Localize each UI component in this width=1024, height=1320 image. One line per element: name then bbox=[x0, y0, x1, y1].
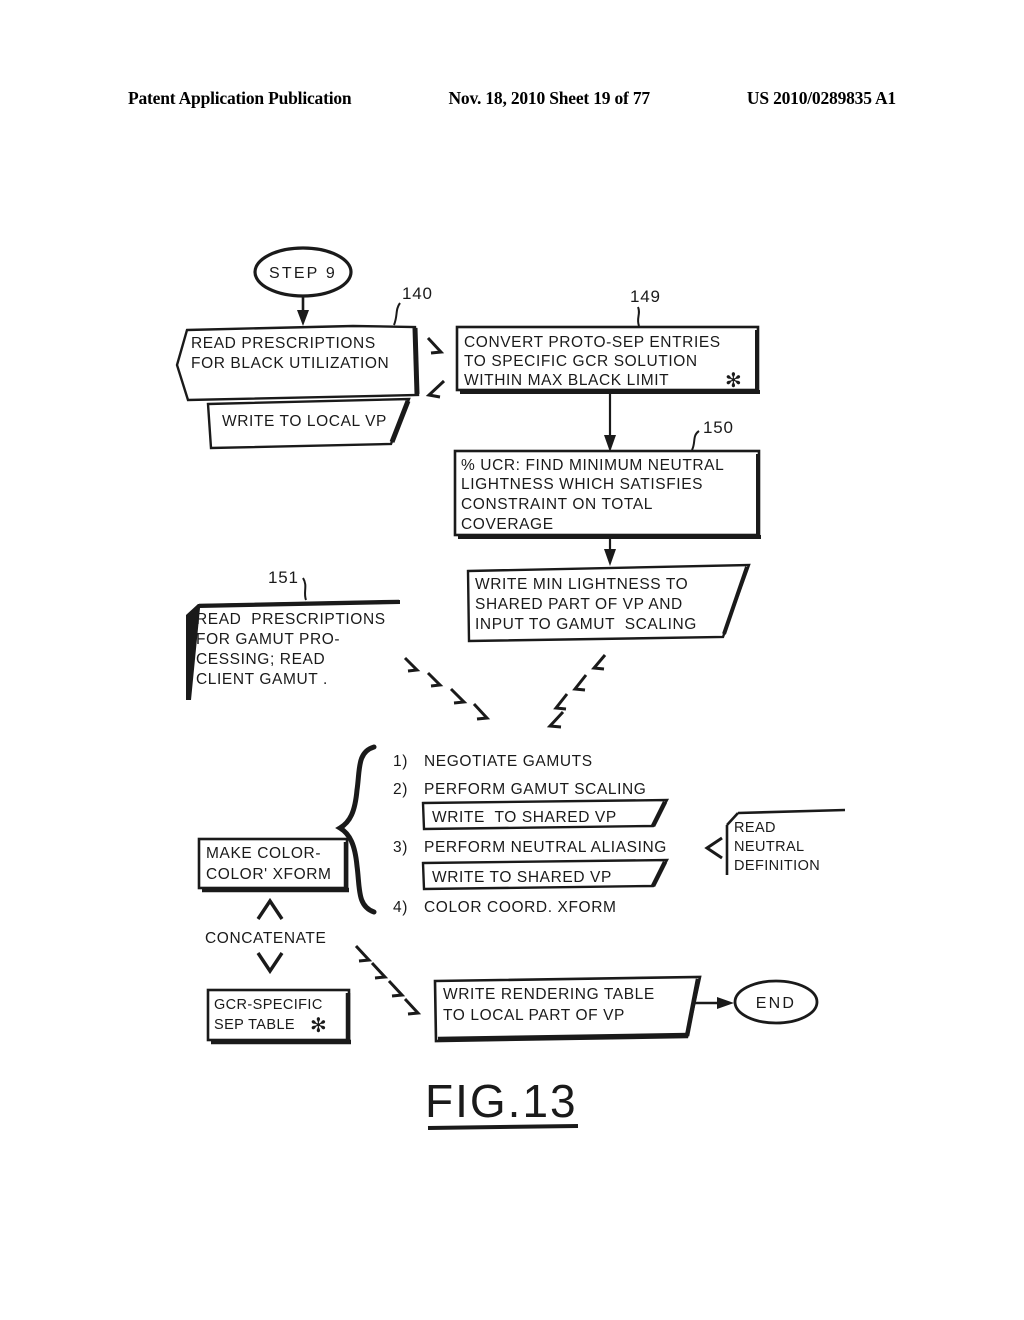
node-end: END bbox=[733, 979, 819, 1025]
read-gamut-line-3: CLIENT GAMUT . bbox=[196, 671, 328, 688]
read-black-line-0: READ PRESCRIPTIONS bbox=[191, 335, 376, 352]
read-gamut-line-1: FOR GAMUT PRO- bbox=[196, 631, 340, 648]
node-convert-proto-sep: CONVERT PROTO-SEP ENTRIES TO SPECIFIC GC… bbox=[455, 325, 760, 394]
read-neutral-line-2: DEFINITION bbox=[734, 858, 820, 874]
gcr-sep-asterisk: ✻ bbox=[310, 1015, 327, 1037]
write-local-vp-line-0: WRITE TO LOCAL VP bbox=[222, 413, 387, 430]
arrow-convert-to-ucr bbox=[604, 392, 616, 452]
step-2-number: 2) bbox=[393, 781, 408, 798]
step-2-text: PERFORM GAMUT SCALING bbox=[424, 781, 646, 798]
convert-asterisk: ✻ bbox=[725, 370, 742, 392]
make-xform-line-1: COLOR' XFORM bbox=[206, 866, 332, 883]
convert-line-0: CONVERT PROTO-SEP ENTRIES bbox=[464, 334, 721, 351]
ucr-line-3: COVERAGE bbox=[461, 516, 554, 533]
step-1-text: NEGOTIATE GAMUTS bbox=[424, 753, 593, 770]
node-write-shared-vp-2: WRITE TO SHARED VP bbox=[421, 858, 670, 891]
node-write-min-lightness: WRITE MIN LIGHTNESS TO SHARED PART OF VP… bbox=[466, 563, 751, 643]
write-rendering-line-0: WRITE RENDERING TABLE bbox=[443, 986, 655, 1003]
chevron-down-icon bbox=[256, 952, 284, 975]
ref-150-text: 150 bbox=[703, 418, 734, 437]
arrow-convert-to-write-local-vp bbox=[425, 379, 446, 399]
ref-151-text: 151 bbox=[268, 568, 299, 587]
dashed-arrow-left-cluster bbox=[403, 656, 491, 721]
node-gcr-specific-sep-table: GCR-SPECIFIC SEP TABLE ✻ bbox=[206, 988, 351, 1045]
make-xform-line-0: MAKE COLOR- bbox=[206, 845, 321, 862]
node-write-rendering-table: WRITE RENDERING TABLE TO LOCAL PART OF V… bbox=[433, 975, 702, 1043]
dashed-arrow-to-rendering-table bbox=[354, 944, 422, 1016]
arrow-rendering-to-end bbox=[692, 997, 734, 1009]
read-black-line-1: FOR BLACK UTILIZATION bbox=[191, 355, 389, 372]
arrow-step9-to-read-black bbox=[297, 296, 309, 326]
step-3-number: 3) bbox=[393, 839, 408, 856]
step-1-number: 1) bbox=[393, 753, 408, 770]
node-write-to-local-vp: WRITE TO LOCAL VP bbox=[206, 397, 411, 450]
ref-140-text: 140 bbox=[402, 284, 433, 303]
ucr-line-0: % UCR: FIND MINIMUM NEUTRAL bbox=[461, 457, 724, 474]
write-min-line-1: SHARED PART OF VP AND bbox=[475, 596, 683, 613]
step-3-text: PERFORM NEUTRAL ALIASING bbox=[424, 839, 667, 856]
write-shared-vp-1-text: WRITE TO SHARED VP bbox=[432, 809, 617, 826]
dashed-arrow-right-cluster bbox=[546, 654, 607, 729]
chevron-up-icon bbox=[256, 897, 284, 920]
step-4-text: COLOR COORD. XFORM bbox=[424, 899, 617, 916]
ref-label-140: 140 bbox=[393, 284, 433, 326]
node-make-color-xform: MAKE COLOR- COLOR' XFORM bbox=[197, 837, 349, 893]
write-min-line-2: INPUT TO GAMUT SCALING bbox=[475, 616, 697, 633]
gcr-sep-line-1: SEP TABLE bbox=[214, 1017, 295, 1033]
ref-label-151: 151 bbox=[268, 568, 307, 601]
read-neutral-line-1: NEUTRAL bbox=[734, 839, 804, 855]
write-rendering-line-1: TO LOCAL PART OF VP bbox=[443, 1007, 625, 1024]
ref-149-text: 149 bbox=[630, 287, 661, 306]
arrow-neutral-def-to-step3 bbox=[704, 836, 723, 860]
arrow-ucr-to-write-min-lightness bbox=[604, 537, 616, 566]
convert-line-2: WITHIN MAX BLACK LIMIT bbox=[464, 372, 669, 389]
node-step9-label: STEP 9 bbox=[269, 265, 337, 282]
node-write-shared-vp-1: WRITE TO SHARED VP bbox=[421, 798, 670, 831]
figure-caption: FIG.13 bbox=[425, 1075, 579, 1130]
step-4-number: 4) bbox=[393, 899, 408, 916]
concatenate-label: CONCATENATE bbox=[205, 930, 326, 947]
node-end-label: END bbox=[756, 995, 796, 1012]
patent-figure-13: STEP 9 READ PRESCRIPTIONS FOR BLACK UTIL… bbox=[0, 0, 1024, 1320]
node-percent-ucr: % UCR: FIND MINIMUM NEUTRAL LIGHTNESS WH… bbox=[453, 449, 761, 539]
write-min-line-0: WRITE MIN LIGHTNESS TO bbox=[475, 576, 688, 593]
node-step9: STEP 9 bbox=[253, 246, 353, 298]
ref-label-150: 150 bbox=[691, 418, 734, 451]
node-read-gamut-prescriptions: READ PRESCRIPTIONS FOR GAMUT PRO- CESSIN… bbox=[186, 599, 400, 700]
write-shared-vp-2-text: WRITE TO SHARED VP bbox=[432, 869, 612, 886]
gcr-sep-line-0: GCR-SPECIFIC bbox=[214, 997, 323, 1013]
convert-line-1: TO SPECIFIC GCR SOLUTION bbox=[464, 353, 698, 370]
arrow-read-black-to-convert bbox=[426, 336, 445, 355]
read-gamut-line-0: READ PRESCRIPTIONS bbox=[196, 611, 386, 628]
ref-label-149: 149 bbox=[630, 287, 661, 327]
node-read-neutral-definition: READ NEUTRAL DEFINITION bbox=[725, 808, 846, 875]
ucr-line-2: CONSTRAINT ON TOTAL bbox=[461, 496, 653, 513]
read-gamut-line-2: CESSING; READ bbox=[196, 651, 325, 668]
figure-caption-text: FIG.13 bbox=[425, 1075, 578, 1127]
gamut-steps-list: 1) NEGOTIATE GAMUTS 2) PERFORM GAMUT SCA… bbox=[393, 753, 667, 916]
read-neutral-line-0: READ bbox=[734, 820, 776, 836]
ucr-line-1: LIGHTNESS WHICH SATISFIES bbox=[461, 476, 703, 493]
node-read-black-utilization: READ PRESCRIPTIONS FOR BLACK UTILIZATION bbox=[175, 324, 420, 402]
